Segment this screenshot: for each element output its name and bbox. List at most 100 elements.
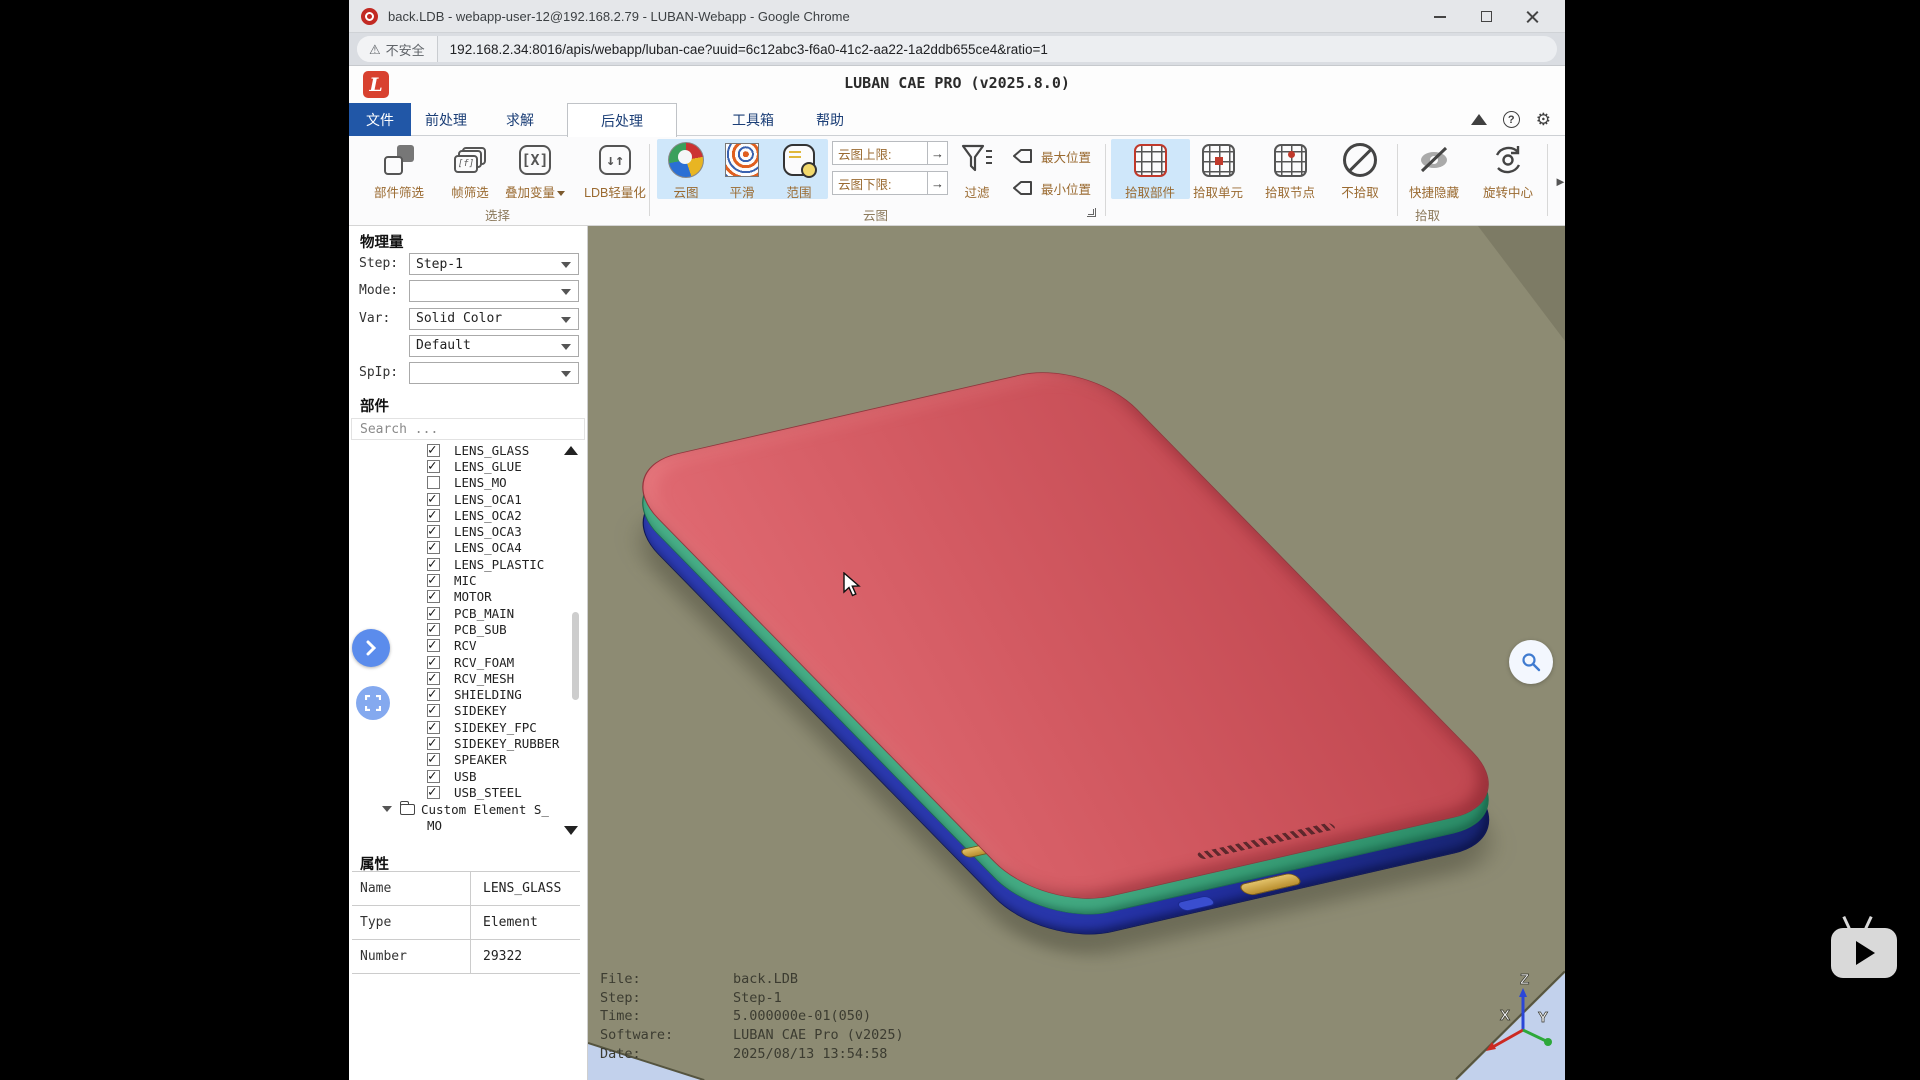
part-checkbox[interactable] <box>427 476 440 489</box>
contour-lower-field[interactable]: 云图下限: → <box>832 171 948 195</box>
tree-expand-icon[interactable] <box>382 806 392 812</box>
tab-preprocess[interactable]: 前处理 <box>413 103 479 136</box>
settings-gear-icon[interactable]: ⚙ <box>1536 111 1551 128</box>
part-checkbox[interactable] <box>427 607 440 620</box>
info-label: Step: <box>600 990 733 1006</box>
list-item[interactable]: LENS_MO <box>349 475 588 491</box>
pick-node-button[interactable]: 拾取节点 <box>1257 141 1323 201</box>
filter-button[interactable]: 过滤 <box>957 141 997 201</box>
part-checkbox[interactable] <box>427 444 440 457</box>
info-label: Time: <box>600 1008 733 1024</box>
part-checkbox[interactable] <box>427 770 440 783</box>
part-checkbox[interactable] <box>427 541 440 554</box>
field-select[interactable]: Step-1 <box>409 253 579 275</box>
help-icon[interactable]: ? <box>1503 111 1520 128</box>
list-item[interactable]: MOTOR <box>349 589 588 605</box>
list-item[interactable]: SIDEKEY_RUBBER <box>349 735 588 751</box>
minimize-button[interactable] <box>1417 0 1463 33</box>
list-item[interactable]: LENS_GLUE <box>349 458 588 474</box>
part-checkbox[interactable] <box>427 558 440 571</box>
info-value: LUBAN CAE Pro (v2025) <box>733 1027 904 1043</box>
list-scrollbar[interactable] <box>572 612 579 700</box>
folder-icon <box>400 804 415 815</box>
part-checkbox[interactable] <box>427 460 440 473</box>
list-item[interactable]: LENS_GLASS <box>349 442 588 458</box>
ldb-lightweight-button[interactable]: ↓↑ LDB轻量化 <box>575 141 655 201</box>
scroll-down-icon[interactable] <box>564 826 578 835</box>
part-checkbox[interactable] <box>427 574 440 587</box>
titlebar[interactable]: back.LDB - webapp-user-12@192.168.2.79 -… <box>349 0 1565 33</box>
list-item[interactable]: PCB_MAIN <box>349 605 588 621</box>
part-checkbox[interactable] <box>427 672 440 685</box>
list-item[interactable]: LENS_OCA1 <box>349 491 588 507</box>
part-checkbox[interactable] <box>427 525 440 538</box>
part-checkbox[interactable] <box>427 721 440 734</box>
tree-child-row[interactable]: MO <box>349 817 588 833</box>
browser-toolbar: ⚠ 不安全 192.168.2.34:8016/apis/webapp/luba… <box>349 33 1565 66</box>
field-select[interactable] <box>409 280 579 302</box>
overlay-variable-button[interactable]: [X] 叠加变量 <box>495 141 575 201</box>
frame-filter-button[interactable]: [f] 帧筛选 <box>441 141 499 201</box>
maximize-button[interactable] <box>1463 0 1509 33</box>
field-select[interactable]: Solid Color <box>409 308 579 330</box>
part-checkbox[interactable] <box>427 509 440 522</box>
field-select[interactable] <box>409 362 579 384</box>
part-checkbox[interactable] <box>427 639 440 652</box>
no-pick-button[interactable]: 不拾取 <box>1332 141 1388 201</box>
tab-toolbox[interactable]: 工具箱 <box>719 103 787 136</box>
min-position-button[interactable]: 最小位置 <box>1012 179 1091 198</box>
security-chip[interactable]: ⚠ 不安全 <box>357 36 438 62</box>
part-checkbox[interactable] <box>427 590 440 603</box>
part-checkbox[interactable] <box>427 623 440 636</box>
field-label: SpIp: <box>359 365 398 380</box>
field-select[interactable]: Default <box>409 335 579 357</box>
max-position-button[interactable]: 最大位置 <box>1012 147 1091 166</box>
list-item[interactable]: LENS_OCA2 <box>349 507 588 523</box>
fit-view-button[interactable] <box>356 686 390 720</box>
list-item[interactable]: MIC <box>349 572 588 588</box>
rotation-center-button[interactable]: 旋转中心 <box>1474 141 1542 201</box>
part-checkbox[interactable] <box>427 737 440 750</box>
part-checkbox[interactable] <box>427 786 440 799</box>
url-text[interactable]: 192.168.2.34:8016/apis/webapp/luban-cae?… <box>438 42 1048 57</box>
part-checkbox[interactable] <box>427 688 440 701</box>
part-checkbox[interactable] <box>427 753 440 766</box>
smooth-button[interactable]: 平滑 <box>716 141 768 201</box>
contour-upper-field[interactable]: 云图上限: → <box>832 141 948 165</box>
list-item[interactable]: SPEAKER <box>349 752 588 768</box>
quick-hide-button[interactable]: 快捷隐藏 <box>1401 141 1467 201</box>
contour-button[interactable]: 云图 <box>660 141 712 201</box>
apply-upper-icon[interactable]: → <box>928 141 948 165</box>
part-checkbox[interactable] <box>427 704 440 717</box>
tree-folder-row[interactable]: Custom Element S_ <box>349 801 588 817</box>
range-button[interactable]: 范围 <box>773 141 825 201</box>
dialog-launcher-icon[interactable] <box>1087 208 1096 217</box>
apply-lower-icon[interactable]: → <box>928 171 948 195</box>
address-bar[interactable]: ⚠ 不安全 192.168.2.34:8016/apis/webapp/luba… <box>357 36 1557 62</box>
list-item[interactable]: SIDEKEY_FPC <box>349 719 588 735</box>
list-item[interactable]: LENS_PLASTIC <box>349 556 588 572</box>
part-checkbox[interactable] <box>427 493 440 506</box>
tab-help[interactable]: 帮助 <box>797 103 863 136</box>
tab-solve[interactable]: 求解 <box>489 103 551 136</box>
search-input[interactable] <box>351 418 585 440</box>
list-item[interactable]: USB <box>349 768 588 784</box>
part-filter-button[interactable]: 部件筛选 <box>363 141 435 201</box>
pick-element-button[interactable]: 拾取单元 <box>1185 141 1251 201</box>
list-item[interactable]: USB_STEEL <box>349 784 588 800</box>
list-item[interactable]: LENS_OCA3 <box>349 523 588 539</box>
viewport-3d[interactable]: File: back.LDB Step: Step-1 Time: 5.0000… <box>588 226 1565 1080</box>
list-item[interactable]: LENS_OCA4 <box>349 540 588 556</box>
tab-file[interactable]: 文件 <box>349 103 411 136</box>
part-checkbox[interactable] <box>427 656 440 669</box>
close-button[interactable] <box>1509 0 1555 33</box>
frame-filter-icon: [f] <box>454 147 486 173</box>
scroll-up-icon[interactable] <box>564 446 578 455</box>
ribbon-more-icon[interactable]: ► <box>1554 174 1567 189</box>
panel-expand-button[interactable] <box>352 629 390 667</box>
collapse-ribbon-icon[interactable] <box>1471 114 1487 125</box>
pick-part-button[interactable]: 拾取部件 <box>1115 141 1185 201</box>
tab-postprocess[interactable]: 后处理 <box>567 103 677 137</box>
magnifier-button[interactable] <box>1509 640 1553 684</box>
list-item[interactable]: RCV_MESH <box>349 670 588 686</box>
